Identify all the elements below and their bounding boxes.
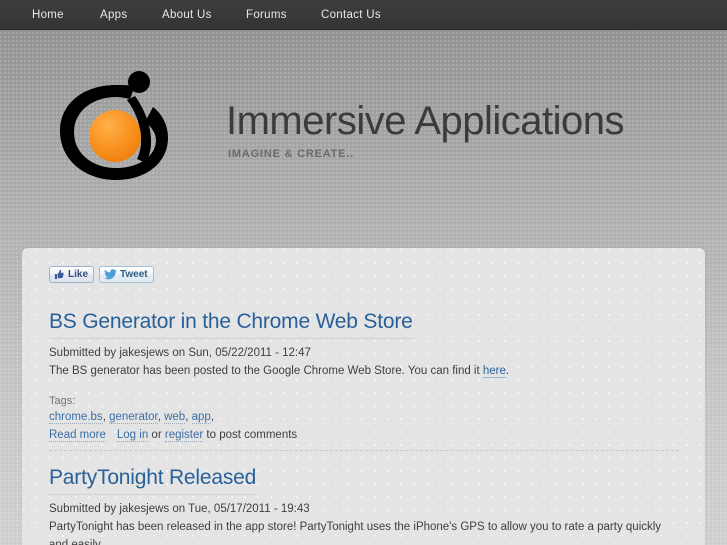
immersive-logo-icon: [60, 71, 168, 180]
nav-item-home[interactable]: Home: [32, 0, 64, 30]
logo-dot: [128, 71, 150, 93]
content-panel: Like Tweet BS Generator in the Chrome We…: [22, 248, 705, 545]
nav-item-forums[interactable]: Forums: [246, 0, 287, 30]
logo-orange-circle: [89, 110, 141, 162]
site-slogan: IMAGINE & CREATE..: [228, 148, 355, 160]
post-comments-text: to post comments: [203, 429, 298, 442]
nav-item-contact-us[interactable]: Contact Us: [321, 0, 381, 30]
register-link[interactable]: register: [164, 429, 204, 443]
social-share-row: Like Tweet: [49, 266, 154, 283]
tag-generator[interactable]: generator: [109, 411, 158, 425]
site-header: Immersive Applications IMAGINE & CREATE.…: [0, 30, 727, 245]
article-bs-generator: BS Generator in the Chrome Web Store Sub…: [49, 310, 679, 443]
tag-web[interactable]: web: [164, 411, 186, 425]
nav-item-apps[interactable]: Apps: [100, 0, 127, 30]
tag-chrome-bs[interactable]: chrome.bs: [49, 411, 103, 425]
twitter-tweet-label: Tweet: [120, 269, 148, 280]
or-text: or: [148, 429, 165, 442]
facebook-like-button[interactable]: Like: [49, 266, 95, 283]
tags-list: chrome.bs, generator, web, app,: [49, 411, 679, 425]
article-body-text-end: .: [505, 365, 510, 378]
article-title-link[interactable]: PartyTonight Released: [49, 466, 256, 496]
article-title-link[interactable]: BS Generator in the Chrome Web Store: [49, 310, 413, 340]
article-submitted-meta: Submitted by jakesjews on Sun, 05/22/201…: [49, 347, 311, 360]
log-in-link[interactable]: Log in: [116, 429, 149, 443]
site-logo[interactable]: [55, 68, 179, 192]
thumbs-up-icon: [54, 269, 65, 280]
article-body-line-1: PartyTonight has been released in the ap…: [49, 521, 662, 545]
article-divider: [49, 450, 679, 451]
facebook-like-label: Like: [68, 269, 89, 280]
read-more-link[interactable]: Read more: [49, 429, 106, 443]
nav-item-about-us[interactable]: About Us: [162, 0, 212, 30]
tag-sep-3: ,: [185, 411, 192, 424]
twitter-bird-icon: [104, 269, 117, 280]
article-partytonight: PartyTonight Released Submitted by jakes…: [49, 466, 679, 545]
article-submitted-meta: Submitted by jakesjews on Tue, 05/17/201…: [49, 503, 310, 516]
main-navigation: Home Apps About Us Forums Contact Us: [0, 0, 727, 30]
article-body: The BS generator has been posted to the …: [49, 363, 679, 381]
tags-label: Tags:: [49, 395, 76, 408]
tag-app[interactable]: app: [191, 411, 211, 425]
tag-sep-4: ,: [210, 411, 214, 424]
here-link[interactable]: here: [482, 365, 506, 379]
article-body-text-start: The BS generator has been posted to the …: [49, 365, 483, 378]
twitter-tweet-button[interactable]: Tweet: [99, 266, 154, 283]
article-actions: Read more Log in or register to post comm…: [49, 429, 679, 443]
site-title: Immersive Applications: [226, 99, 625, 143]
